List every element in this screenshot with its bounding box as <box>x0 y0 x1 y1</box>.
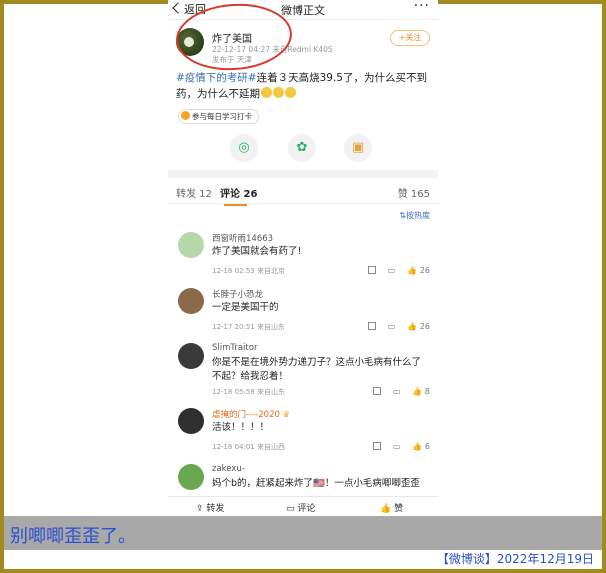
comment-actions: ▭ 👍 6 <box>361 442 430 451</box>
comment-actions: ▭ 👍 26 <box>356 322 430 331</box>
comment-meta: 12-17 20:51 来自山东 <box>212 323 285 331</box>
comment-meta: 12-18 04:01 来自山西 <box>212 443 285 451</box>
comment-meta: 12-18 02:53 来自北京 <box>212 267 285 275</box>
comment-author-name: 虐掩的门----2020 <box>212 410 280 420</box>
list-item: zakexu- 妈个b的，赶紧起来炸了🇺🇸！一点小毛病唧唧歪歪 <box>168 464 438 496</box>
follow-button[interactable]: +关注 <box>390 30 430 46</box>
checkin-icon <box>181 111 190 120</box>
like-count: 26 <box>419 266 430 275</box>
comment-label: 评论 <box>297 504 316 514</box>
like-button[interactable]: 👍 赞 <box>380 501 403 514</box>
comment-actions: ▭ 👍 26 <box>356 266 430 275</box>
like-button[interactable]: 👍 8 <box>412 387 430 396</box>
crying-emoji-icon <box>285 87 296 98</box>
comment-author[interactable]: SlimTraitor <box>212 343 257 353</box>
comment-author[interactable]: 西窗听雨14663 <box>212 232 273 244</box>
moments-share-icon[interactable]: ✿ <box>288 134 316 162</box>
source-credit: 【微博谈】2022年12月19日 <box>436 552 594 566</box>
tab-comments[interactable]: 评论 26 <box>220 185 257 206</box>
share-icon[interactable] <box>367 266 376 274</box>
study-chip-label: 参与每日学习打卡 <box>192 112 252 121</box>
sort-label: 按热度 <box>406 211 430 220</box>
avatar[interactable] <box>178 464 204 490</box>
wechat-share-icon[interactable]: ◎ <box>230 134 258 162</box>
thumbs-up-icon: 👍 <box>380 504 395 514</box>
post-body: #疫情下的考研#连着３天高烧39.5了，为什么买不到药，为什么不延期 <box>176 70 434 102</box>
share-icon[interactable] <box>367 322 376 330</box>
sort-by-hot-button[interactable]: ⇅按热度 <box>399 210 430 221</box>
like-count: 26 <box>419 322 430 331</box>
crown-icon: ♛ <box>282 410 290 419</box>
study-checkin-chip[interactable]: 参与每日学习打卡 <box>178 109 259 124</box>
more-icon[interactable]: ··· <box>414 0 430 14</box>
comment-meta: 12-18 05:58 来自山东 <box>212 388 285 396</box>
comment-text: 你是不是在境外势力递刀子？这点小毛病有什么了不起？给我忍着！ <box>212 357 422 382</box>
list-item: SlimTraitor 你是不是在境外势力递刀子？这点小毛病有什么了不起？给我忍… <box>168 343 438 403</box>
caption-bar: 别唧唧歪歪了。 <box>4 516 602 550</box>
like-count: 6 <box>424 442 430 451</box>
weibo-screenshot: 返回 微博正文 ··· 炸了美国 22-12-17 04:27 来自Redmi … <box>168 0 438 516</box>
reply-icon[interactable]: ▭ <box>388 266 396 275</box>
comment-tabs: 转发 12 评论 26 赞 165 <box>168 180 438 206</box>
comment-author[interactable]: 虐掩的门----2020 ♛ <box>212 408 290 420</box>
reply-icon[interactable]: ▭ <box>393 442 401 451</box>
comment-text: 妈个b的，赶紧起来炸了🇺🇸！一点小毛病唧唧歪歪 <box>212 478 420 489</box>
reply-icon[interactable]: ▭ <box>393 387 401 396</box>
like-label: 赞 <box>394 504 404 514</box>
list-item: 西窗听雨14663 炸了美国就会有药了! 12-18 02:53 来自北京 ▭ 👍… <box>168 232 438 282</box>
avatar[interactable] <box>178 288 204 314</box>
reply-icon[interactable]: ▭ <box>388 322 396 331</box>
avatar[interactable] <box>178 343 204 369</box>
share-icon[interactable] <box>372 442 381 450</box>
avatar[interactable] <box>178 232 204 258</box>
poster-share-icon[interactable]: ▣ <box>344 134 372 162</box>
divider <box>168 170 438 178</box>
share-icon[interactable] <box>372 387 381 395</box>
share-row: ◎ ✿ ▣ <box>168 134 438 164</box>
post-hashtag[interactable]: #疫情下的考研# <box>176 72 257 84</box>
comment-icon: ▭ <box>286 504 298 514</box>
comment-text: 炸了美国就会有药了! <box>212 246 302 257</box>
repost-button[interactable]: ⇪ 转发 <box>196 501 224 514</box>
like-button[interactable]: 👍 6 <box>412 442 430 451</box>
tab-repost[interactable]: 转发 12 <box>176 185 212 200</box>
avatar[interactable] <box>178 408 204 434</box>
crying-emoji-icon <box>273 87 284 98</box>
comment-text: 一定是美国干的 <box>212 302 279 313</box>
comment-author[interactable]: zakexu- <box>212 464 245 474</box>
bottom-action-bar: ⇪ 转发 ▭ 评论 👍 赞 <box>168 496 438 516</box>
comment-actions: ▭ 👍 8 <box>361 387 430 396</box>
comment-button[interactable]: ▭ 评论 <box>286 501 315 514</box>
list-item: 长脖子小恐龙 一定是美国干的 12-17 20:51 来自山东 ▭ 👍 26 <box>168 288 438 338</box>
like-button[interactable]: 👍 26 <box>407 266 430 275</box>
like-button[interactable]: 👍 26 <box>407 322 430 331</box>
comment-text: 活该！！！！ <box>212 422 270 433</box>
crying-emoji-icon <box>261 87 272 98</box>
repost-icon: ⇪ <box>196 504 207 514</box>
like-count: 8 <box>424 387 430 396</box>
repost-label: 转发 <box>206 504 225 514</box>
sort-icon: ⇅ <box>399 211 406 220</box>
caption-text: 别唧唧歪歪了。 <box>10 526 136 547</box>
tab-likes[interactable]: 赞 165 <box>398 185 430 200</box>
comment-author[interactable]: 长脖子小恐龙 <box>212 288 263 300</box>
list-item: 虐掩的门----2020 ♛ 活该！！！！ 12-18 04:01 来自山西 ▭… <box>168 408 438 458</box>
